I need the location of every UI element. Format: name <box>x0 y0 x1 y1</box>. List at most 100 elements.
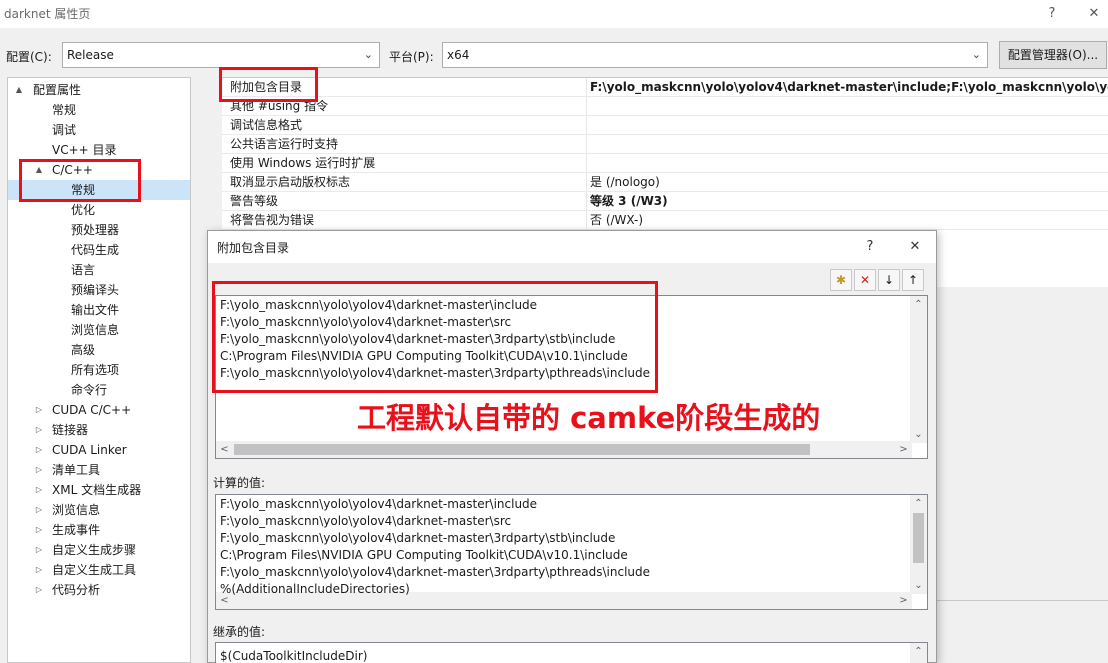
entries-vertical-scrollbar[interactable]: ⌃ ⌄ <box>910 296 927 443</box>
property-row[interactable]: 附加包含目录 F:\yolo_maskcnn\yolo\yolov4\darkne… <box>222 78 1108 97</box>
list-item: F:\yolo_maskcnn\yolo\yolov4\darknet-mast… <box>220 514 512 528</box>
dialog-titlebar: 附加包含目录 ? ✕ <box>208 231 936 263</box>
tree-item[interactable]: ▷ 生成事件 <box>8 520 190 540</box>
property-value: 是 (/nologo) <box>590 175 660 189</box>
computed-vertical-scrollbar[interactable]: ⌃ ⌄ <box>910 495 927 594</box>
tree-item[interactable]: 输出文件 <box>8 300 190 320</box>
property-value: F:\yolo_maskcnn\yolo\yolov4\darknet-mast… <box>590 80 1108 94</box>
tree-item[interactable]: 高级 <box>8 340 190 360</box>
property-row[interactable]: 使用 Windows 运行时扩展 <box>222 154 1108 173</box>
dialog-close-button[interactable]: ✕ <box>904 237 926 257</box>
computed-values-list: ⌃ ⌄ < > F:\yolo_maskcnn\yolo\yolov4\dark… <box>215 494 928 610</box>
tree-item-label: CUDA C/C++ <box>52 403 132 417</box>
tree-item-label: 优化 <box>71 203 96 217</box>
property-row[interactable]: 将警告视为错误 否 (/WX-) <box>222 211 1108 230</box>
property-row[interactable]: 调试信息格式 <box>222 116 1108 135</box>
tree-item-label: VC++ 目录 <box>52 143 117 157</box>
highlight-box-property <box>219 67 318 102</box>
tree-item[interactable]: ▷ CUDA Linker <box>8 440 190 460</box>
tree-item-label: 清单工具 <box>52 463 101 477</box>
scrollbar-thumb[interactable] <box>234 444 810 455</box>
move-up-icon[interactable]: ↑ <box>902 269 924 291</box>
expander-icon[interactable]: ▷ <box>34 440 44 460</box>
tree-item-label: 预编译头 <box>71 283 120 297</box>
tree-item-label: 输出文件 <box>71 303 120 317</box>
scroll-up-icon[interactable]: ⌃ <box>910 296 927 313</box>
close-button[interactable]: ✕ <box>1082 3 1106 25</box>
platform-select[interactable]: x64 ⌄ <box>442 42 988 68</box>
expander-icon[interactable]: ▷ <box>34 460 44 480</box>
tree-item[interactable]: ▷ CUDA C/C++ <box>8 400 190 420</box>
dialog-title: 附加包含目录 <box>217 241 290 255</box>
tree-item[interactable]: 浏览信息 <box>8 320 190 340</box>
expander-icon[interactable]: ▲ <box>14 80 24 100</box>
tree-item[interactable]: 预编译头 <box>8 280 190 300</box>
tree-item[interactable]: ▷ XML 文档生成器 <box>8 480 190 500</box>
expander-icon[interactable]: ▷ <box>34 420 44 440</box>
inherited-vertical-scrollbar[interactable]: ⌃ <box>910 643 927 663</box>
tree-item-label: 命令行 <box>71 383 108 397</box>
scroll-right-icon[interactable]: > <box>895 592 912 609</box>
expander-icon[interactable]: ▷ <box>34 540 44 560</box>
tree-item[interactable]: 调试 <box>8 120 190 140</box>
entries-horizontal-scrollbar[interactable]: < > <box>216 441 912 458</box>
property-name: 取消显示启动版权标志 <box>230 175 351 189</box>
property-name: 公共语言运行时支持 <box>230 137 339 151</box>
property-row[interactable]: 警告等级 等级 3 (/W3) <box>222 192 1108 211</box>
tree-item[interactable]: 语言 <box>8 260 190 280</box>
tree-item-label: 浏览信息 <box>71 323 120 337</box>
chevron-down-icon: ⌄ <box>971 48 981 61</box>
scroll-right-icon[interactable]: > <box>895 441 912 458</box>
tree-item[interactable]: ▷ 浏览信息 <box>8 500 190 520</box>
tree-item[interactable]: 常规 <box>8 100 190 120</box>
computed-values-label: 计算的值: <box>213 476 266 490</box>
property-row[interactable]: 其他 #using 指令 <box>222 97 1108 116</box>
config-select[interactable]: Release ⌄ <box>62 42 380 68</box>
tree-item[interactable]: 代码生成 <box>8 240 190 260</box>
config-manager-button[interactable]: 配置管理器(O)... <box>999 41 1107 69</box>
list-item: C:\Program Files\NVIDIA GPU Computing To… <box>220 548 628 562</box>
tree-item[interactable]: ▷ 自定义生成步骤 <box>8 540 190 560</box>
property-name: 警告等级 <box>230 194 279 208</box>
tree-item[interactable]: 优化 <box>8 200 190 220</box>
tree-item[interactable]: 命令行 <box>8 380 190 400</box>
tree-item-label: CUDA Linker <box>52 443 127 457</box>
tree-item[interactable]: ▷ 自定义生成工具 <box>8 560 190 580</box>
window-title: darknet 属性页 <box>4 7 91 21</box>
tree-item-label: 生成事件 <box>52 523 101 537</box>
dialog-help-button[interactable]: ? <box>859 237 881 257</box>
expander-icon[interactable]: ▷ <box>34 400 44 420</box>
property-row[interactable]: 取消显示启动版权标志 是 (/nologo) <box>222 173 1108 192</box>
expander-icon[interactable]: ▷ <box>34 580 44 600</box>
expander-icon[interactable]: ▷ <box>34 480 44 500</box>
tree-item-label: 所有选项 <box>71 363 120 377</box>
expander-icon[interactable]: ▷ <box>34 560 44 580</box>
inherited-values-list: ⌃ $(CudaToolkitIncludeDir) <box>215 642 928 663</box>
expander-icon[interactable]: ▷ <box>34 500 44 520</box>
tree-item-label: 语言 <box>71 263 96 277</box>
scroll-up-icon[interactable]: ⌃ <box>910 495 927 512</box>
scroll-up-icon[interactable]: ⌃ <box>910 643 927 660</box>
tree-item[interactable]: ▲ 配置属性 <box>8 80 190 100</box>
tree-item-label: 预处理器 <box>71 223 120 237</box>
annotation-text: 工程默认自带的 camke阶段生成的 <box>357 401 821 435</box>
scroll-left-icon[interactable]: < <box>216 441 233 458</box>
tree-item-label: 自定义生成工具 <box>52 563 137 577</box>
scroll-down-icon[interactable]: ⌄ <box>910 577 927 594</box>
tree-item[interactable]: ▷ 代码分析 <box>8 580 190 600</box>
scroll-down-icon[interactable]: ⌄ <box>910 426 927 443</box>
list-item: F:\yolo_maskcnn\yolo\yolov4\darknet-mast… <box>220 565 651 579</box>
new-line-icon[interactable]: ✱ <box>830 269 852 291</box>
tree-item-label: 代码生成 <box>71 243 120 257</box>
scrollbar-thumb[interactable] <box>913 513 924 563</box>
property-row[interactable]: 公共语言运行时支持 <box>222 135 1108 154</box>
expander-icon[interactable]: ▷ <box>34 520 44 540</box>
tree-item[interactable]: VC++ 目录 <box>8 140 190 160</box>
tree-item[interactable]: ▷ 清单工具 <box>8 460 190 480</box>
tree-item[interactable]: 所有选项 <box>8 360 190 380</box>
help-button[interactable]: ? <box>1040 3 1064 25</box>
tree-item[interactable]: ▷ 链接器 <box>8 420 190 440</box>
tree-item[interactable]: 预处理器 <box>8 220 190 240</box>
move-down-icon[interactable]: ↓ <box>878 269 900 291</box>
delete-icon[interactable]: ✕ <box>854 269 876 291</box>
